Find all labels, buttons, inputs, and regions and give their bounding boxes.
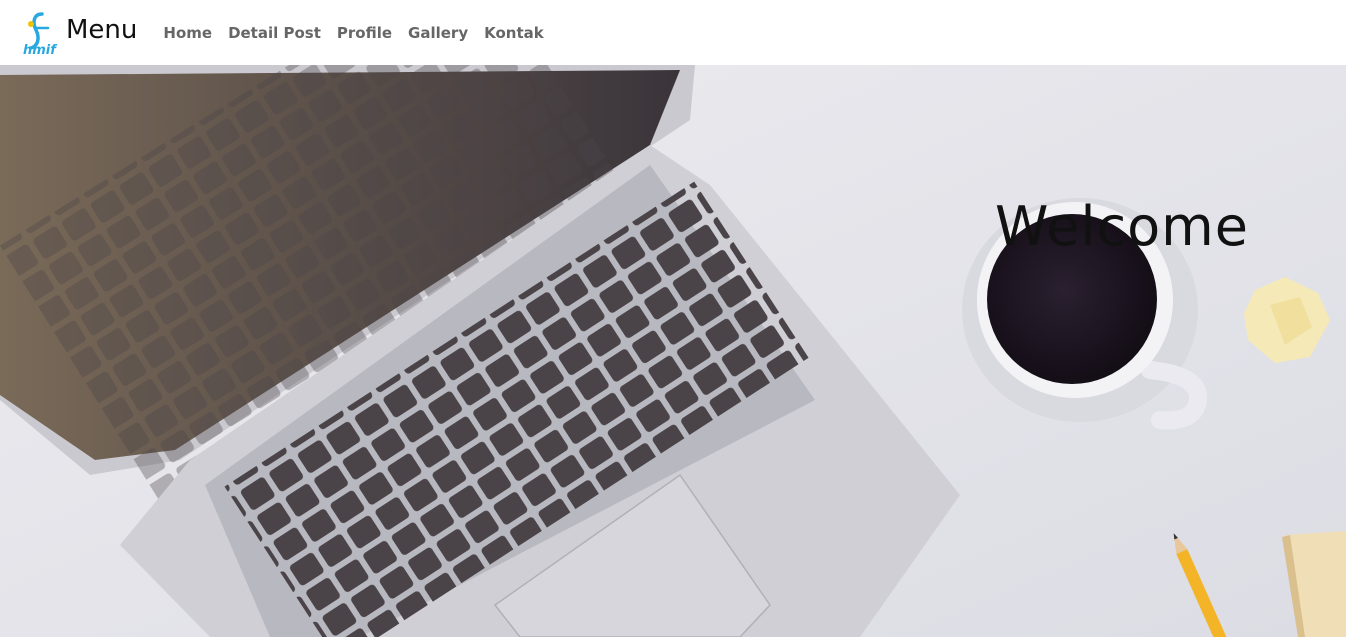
nav-link-profile[interactable]: Profile — [337, 24, 392, 42]
hero-heading: Welcome — [995, 195, 1250, 258]
nav-link-detail-post[interactable]: Detail Post — [228, 24, 321, 42]
nav-link-home[interactable]: Home — [163, 24, 212, 42]
nav-links: Home Detail Post Profile Gallery Kontak — [163, 24, 543, 42]
navbar-brand[interactable]: Menu — [66, 15, 137, 45]
hero-image — [0, 65, 1346, 637]
navbar: hmif Menu Home Detail Post Profile Galle… — [0, 0, 1346, 65]
nav-link-gallery[interactable]: Gallery — [408, 24, 468, 42]
logo-text: hmif — [23, 43, 58, 58]
hero-banner: Welcome — [0, 65, 1346, 637]
hmif-logo[interactable]: hmif — [22, 8, 62, 58]
nav-link-kontak[interactable]: Kontak — [484, 24, 544, 42]
